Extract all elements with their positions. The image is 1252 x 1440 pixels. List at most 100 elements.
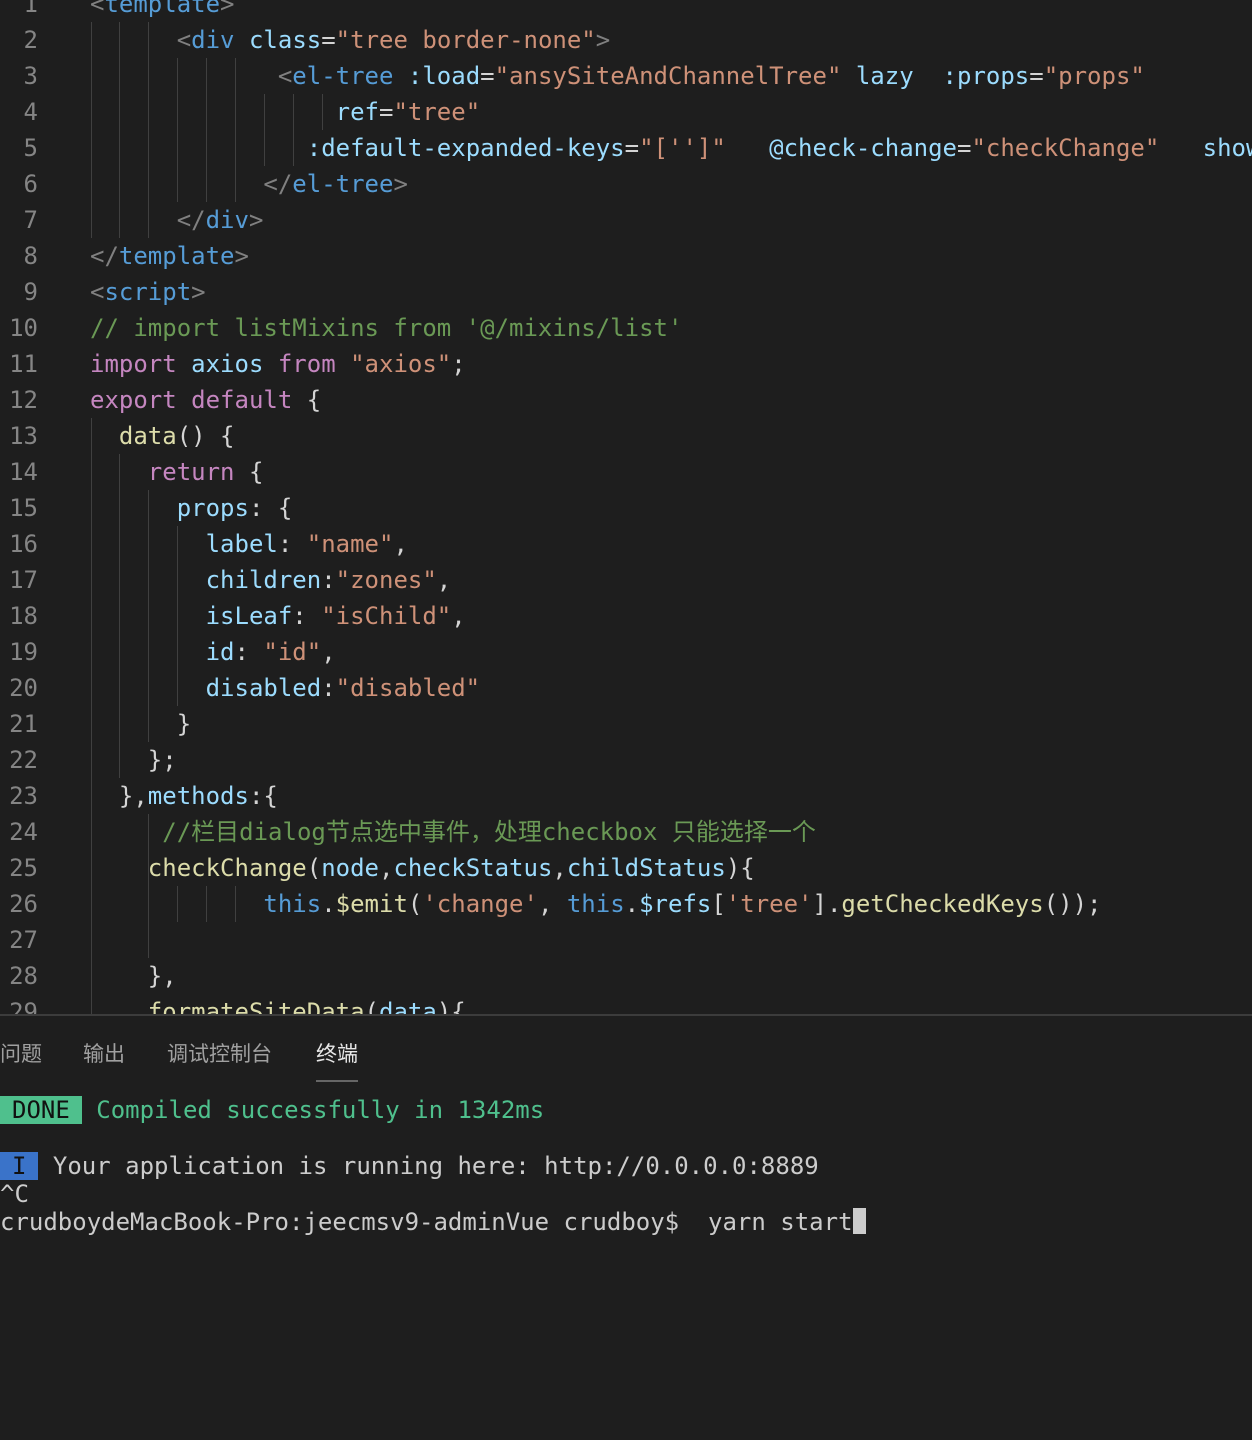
code-text: ref="tree" xyxy=(90,94,481,130)
code-token: ){ xyxy=(436,998,466,1014)
line-number: 10 xyxy=(9,314,38,342)
code-token: import xyxy=(90,350,177,378)
code-text: return { xyxy=(90,454,264,490)
code-line[interactable]: 24 //栏目dialog节点选中事件，处理checkbox 只能选择一个 xyxy=(0,814,1252,850)
code-line[interactable]: 1 <template> xyxy=(0,0,1252,22)
tab-output[interactable]: 输出 xyxy=(83,1038,125,1068)
code-token: @check-change xyxy=(769,134,957,162)
code-editor[interactable]: 1 <template> 2 <div class="tree border-non… xyxy=(0,0,1252,1014)
terminal-interrupt: ^C xyxy=(0,1180,29,1208)
line-number: 6 xyxy=(23,170,38,198)
terminal-command[interactable]: yarn start xyxy=(708,1208,853,1236)
code-token: data xyxy=(379,998,437,1014)
code-line[interactable]: 5 :default-expanded-keys="['']" @check-c… xyxy=(0,130,1252,166)
line-number: 22 xyxy=(9,746,38,774)
code-line[interactable]: 17 children:"zones", xyxy=(0,562,1252,598)
code-token: "tree" xyxy=(393,98,481,126)
code-line[interactable]: 27 xyxy=(0,922,1252,958)
code-line[interactable]: 21 } xyxy=(0,706,1252,742)
code-token: $emit xyxy=(335,890,408,918)
code-line[interactable]: 7 </div> xyxy=(0,202,1252,238)
code-line[interactable]: 8 </template> xyxy=(0,238,1252,274)
code-line[interactable]: 25 checkChange(node,checkStatus,childSta… xyxy=(0,850,1252,886)
code-token: : xyxy=(277,530,307,558)
code-token: , xyxy=(552,854,567,882)
code-text: data() { xyxy=(90,418,235,454)
code-line[interactable]: 19 id: "id", xyxy=(0,634,1252,670)
code-line[interactable]: 13 data() { xyxy=(0,418,1252,454)
tab-problems[interactable]: 问题 xyxy=(0,1038,42,1068)
code-text: checkChange(node,checkStatus,childStatus… xyxy=(90,850,755,886)
code-line[interactable]: 11 import axios from "axios"; xyxy=(0,346,1252,382)
code-token: return xyxy=(147,458,235,486)
code-token: checkChange xyxy=(147,854,307,882)
code-token: "id" xyxy=(263,638,322,666)
code-line[interactable]: 20 disabled:"disabled" xyxy=(0,670,1252,706)
code-text: import axios from "axios"; xyxy=(90,346,466,382)
terminal-prompt-line[interactable]: crudboydeMacBook-Pro:jeecmsv9-adminVue c… xyxy=(0,1208,866,1236)
code-token: { xyxy=(292,386,322,414)
code-token: > xyxy=(595,26,611,54)
code-line[interactable]: 10 // import listMixins from '@/mixins/li… xyxy=(0,310,1252,346)
code-token: : xyxy=(321,674,336,702)
code-token: = xyxy=(480,62,495,90)
code-line[interactable]: 29 formateSiteData(data){ xyxy=(0,994,1252,1014)
code-token: this xyxy=(566,890,625,918)
code-line[interactable]: 2 <div class="tree border-none"> xyxy=(0,22,1252,58)
code-line[interactable]: 22 }; xyxy=(0,742,1252,778)
code-token: }, xyxy=(90,782,148,810)
code-text: </div> xyxy=(90,202,264,238)
code-text: // import listMixins from '@/mixins/list… xyxy=(90,310,682,346)
code-token: export xyxy=(90,386,177,414)
code-token: "axios" xyxy=(350,350,452,378)
code-token: div xyxy=(191,26,235,54)
code-token: default xyxy=(191,386,293,414)
code-text: id: "id", xyxy=(90,634,336,670)
code-token: = xyxy=(1029,62,1044,90)
code-text: }; xyxy=(90,742,177,778)
code-line[interactable]: 26 this.$emit('change', this.$refs['tree… xyxy=(0,886,1252,922)
code-token: , xyxy=(537,890,567,918)
code-token: node xyxy=(321,854,379,882)
code-line[interactable]: 18 isLeaf: "isChild", xyxy=(0,598,1252,634)
code-token: :load xyxy=(407,62,481,90)
terminal-prompt: crudboydeMacBook-Pro:jeecmsv9-adminVue c… xyxy=(0,1208,680,1236)
code-token: < xyxy=(90,278,105,306)
code-text: :default-expanded-keys="['']" @check-cha… xyxy=(90,130,1252,166)
code-token: "isChild" xyxy=(321,602,452,630)
code-token: : xyxy=(292,602,322,630)
code-line[interactable]: 4 ref="tree" xyxy=(0,94,1252,130)
code-text: isLeaf: "isChild", xyxy=(90,598,466,634)
code-line[interactable]: 6 </el-tree> xyxy=(0,166,1252,202)
code-text: },methods:{ xyxy=(90,778,278,814)
line-number: 3 xyxy=(23,62,38,90)
code-line[interactable]: 28 }, xyxy=(0,958,1252,994)
code-token: "zones" xyxy=(335,566,437,594)
code-line[interactable]: 14 return { xyxy=(0,454,1252,490)
code-token: formateSiteData xyxy=(147,998,365,1014)
code-token: disabled xyxy=(205,674,322,702)
line-number: 20 xyxy=(9,674,38,702)
line-number: 7 xyxy=(23,206,38,234)
line-number: 28 xyxy=(9,962,38,990)
code-line[interactable]: 9 <script> xyxy=(0,274,1252,310)
code-line[interactable]: 12 export default { xyxy=(0,382,1252,418)
code-token: = xyxy=(321,26,336,54)
code-line[interactable]: 15 props: { xyxy=(0,490,1252,526)
code-token: $refs xyxy=(639,890,712,918)
tab-terminal[interactable]: 终端 xyxy=(316,1038,358,1082)
code-line[interactable]: 16 label: "name", xyxy=(0,526,1252,562)
code-line[interactable]: 3 <el-tree :load="ansySiteAndChannelTree… xyxy=(0,58,1252,94)
code-line[interactable]: 23 },methods:{ xyxy=(0,778,1252,814)
tab-debug-console[interactable]: 调试控制台 xyxy=(167,1038,272,1068)
code-token: > xyxy=(248,206,264,234)
code-token: "disabled" xyxy=(335,674,481,702)
